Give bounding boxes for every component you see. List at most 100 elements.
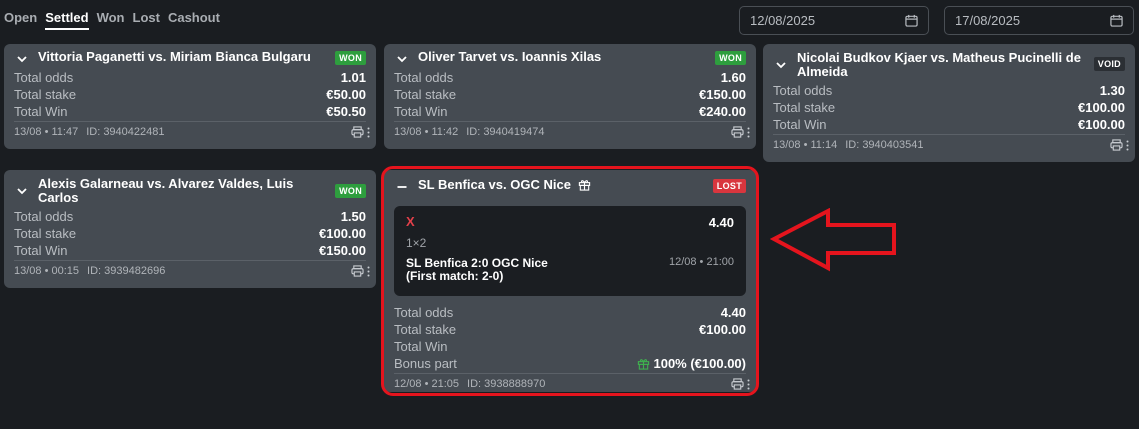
total-win-row: Total Win €50.50	[14, 103, 366, 120]
value: 1.30	[1099, 83, 1125, 98]
bet-filter-tabs: Open Settled Won Lost Cashout	[4, 10, 220, 30]
selection-odds: 4.40	[708, 215, 734, 230]
value: 1.50	[340, 209, 366, 224]
bonus-value-wrap: 100% (€100.00)	[637, 355, 746, 372]
bet-id: ID: 3940403541	[845, 139, 924, 151]
bet-datetime: 13/08 • 11:47	[14, 126, 79, 138]
total-stake-row: Total stake €50.00	[14, 86, 366, 103]
tab-cashout[interactable]: Cashout	[168, 10, 220, 30]
label: Total stake	[773, 100, 836, 115]
selection-market: 1×2	[406, 236, 427, 250]
value: €240.00	[699, 104, 746, 119]
print-icon[interactable]	[731, 378, 744, 390]
label: Total odds	[14, 70, 74, 85]
value: €100.00	[319, 226, 366, 241]
bet-card[interactable]: Alexis Galarneau vs. Alvarez Valdes, Lui…	[4, 170, 376, 288]
bet-id: ID: 3939482696	[87, 265, 166, 277]
print-icon[interactable]	[1110, 139, 1123, 151]
print-icon[interactable]	[731, 126, 744, 138]
tab-won[interactable]: Won	[97, 10, 125, 30]
chevron-down-icon[interactable]	[396, 53, 408, 65]
bet-datetime: 13/08 • 11:14	[773, 139, 838, 151]
date-from-input[interactable]: 12/08/2025	[739, 6, 929, 35]
bet-card[interactable]: Vittoria Paganetti vs. Miriam Bianca Bul…	[4, 44, 376, 149]
value: 1.60	[720, 70, 746, 85]
chevron-down-icon[interactable]	[775, 59, 787, 71]
total-stake-row: Total stake €100.00	[394, 321, 746, 338]
bonus-part-row: Bonus part 100% (€100.00)	[394, 355, 746, 372]
total-odds-row: Total odds 1.30	[773, 82, 1125, 99]
bet-id: ID: 3938888970	[467, 378, 546, 390]
bet-datetime: 12/08 • 21:05	[394, 378, 460, 390]
date-to-value: 17/08/2025	[955, 13, 1021, 28]
total-win-row: Total Win	[394, 338, 746, 355]
label: Total stake	[394, 322, 457, 337]
expanded-bet-card[interactable]: SL Benfica vs. OGC Nice LOST X 4.40 1×2 …	[384, 170, 756, 392]
label: Total stake	[14, 87, 77, 102]
bet-card[interactable]: Oliver Tarvet vs. Ioannis Xilas WON Tota…	[384, 44, 756, 149]
value: €150.00	[319, 243, 366, 258]
bonus-value: 100% (€100.00)	[653, 356, 746, 371]
value: €100.00	[1078, 100, 1125, 115]
value: €100.00	[1078, 117, 1125, 132]
label: Total Win	[14, 104, 68, 119]
total-odds-row: Total odds 1.50	[14, 208, 366, 225]
calendar-icon	[1110, 14, 1123, 27]
bet-datetime: 13/08 • 00:15	[14, 265, 80, 277]
status-badge: WON	[335, 51, 366, 65]
status-badge: WON	[715, 51, 746, 65]
total-stake-row: Total stake €150.00	[394, 86, 746, 103]
label: Total odds	[394, 305, 454, 320]
status-badge: LOST	[712, 179, 746, 193]
label: Total Win	[394, 339, 448, 354]
gift-icon	[637, 359, 650, 370]
value: 1.01	[340, 70, 366, 85]
bet-id: ID: 3940419474	[466, 126, 545, 138]
bet-title: Vittoria Paganetti vs. Miriam Bianca Bul…	[38, 49, 311, 64]
label: Total stake	[394, 87, 457, 102]
more-options-icon[interactable]	[747, 127, 750, 138]
date-from-value: 12/08/2025	[750, 13, 816, 28]
event-first-match: (First match: 2-0)	[406, 269, 504, 283]
bet-title: SL Benfica vs. OGC Nice	[418, 177, 571, 192]
date-to-input[interactable]: 17/08/2025	[944, 6, 1134, 35]
bet-id: ID: 3940422481	[86, 126, 165, 138]
more-options-icon[interactable]	[367, 127, 370, 138]
label: Total Win	[14, 243, 68, 258]
more-options-icon[interactable]	[367, 266, 370, 277]
tab-open[interactable]: Open	[4, 10, 37, 30]
gift-icon	[578, 180, 591, 191]
bet-card[interactable]: Nicolai Budkov Kjaer vs. Matheus Pucinel…	[763, 44, 1135, 162]
more-options-icon[interactable]	[747, 379, 750, 390]
total-win-row: Total Win €150.00	[14, 242, 366, 259]
bet-datetime: 13/08 • 11:42	[394, 126, 459, 138]
value: €150.00	[699, 87, 746, 102]
label: Total odds	[773, 83, 833, 98]
total-odds-row: Total odds 1.60	[394, 69, 746, 86]
status-badge: WON	[335, 184, 366, 198]
arrow-annotation-icon	[770, 208, 896, 272]
total-odds-row: Total odds 4.40	[394, 304, 746, 321]
collapse-icon[interactable]	[396, 181, 408, 193]
value: €100.00	[699, 322, 746, 337]
value: 4.40	[720, 305, 746, 320]
print-icon[interactable]	[351, 265, 364, 277]
total-win-row: Total Win €240.00	[394, 103, 746, 120]
chevron-down-icon[interactable]	[16, 185, 28, 197]
label: Bonus part	[394, 356, 457, 371]
print-icon[interactable]	[351, 126, 364, 138]
label: Total stake	[14, 226, 77, 241]
tab-settled[interactable]: Settled	[45, 10, 89, 30]
total-stake-row: Total stake €100.00	[773, 99, 1125, 116]
bet-title: Oliver Tarvet vs. Ioannis Xilas	[418, 49, 602, 64]
chevron-down-icon[interactable]	[16, 53, 28, 65]
tab-lost[interactable]: Lost	[133, 10, 160, 30]
bet-title: Nicolai Budkov Kjaer vs. Matheus Pucinel…	[797, 50, 1081, 79]
bet-title: Alexis Galarneau vs. Alvarez Valdes, Lui…	[38, 176, 294, 205]
label: Total Win	[394, 104, 448, 119]
label: Total odds	[394, 70, 454, 85]
more-options-icon[interactable]	[1126, 140, 1129, 151]
value: €50.50	[326, 104, 366, 119]
total-stake-row: Total stake €100.00	[14, 225, 366, 242]
label: Total Win	[773, 117, 827, 132]
